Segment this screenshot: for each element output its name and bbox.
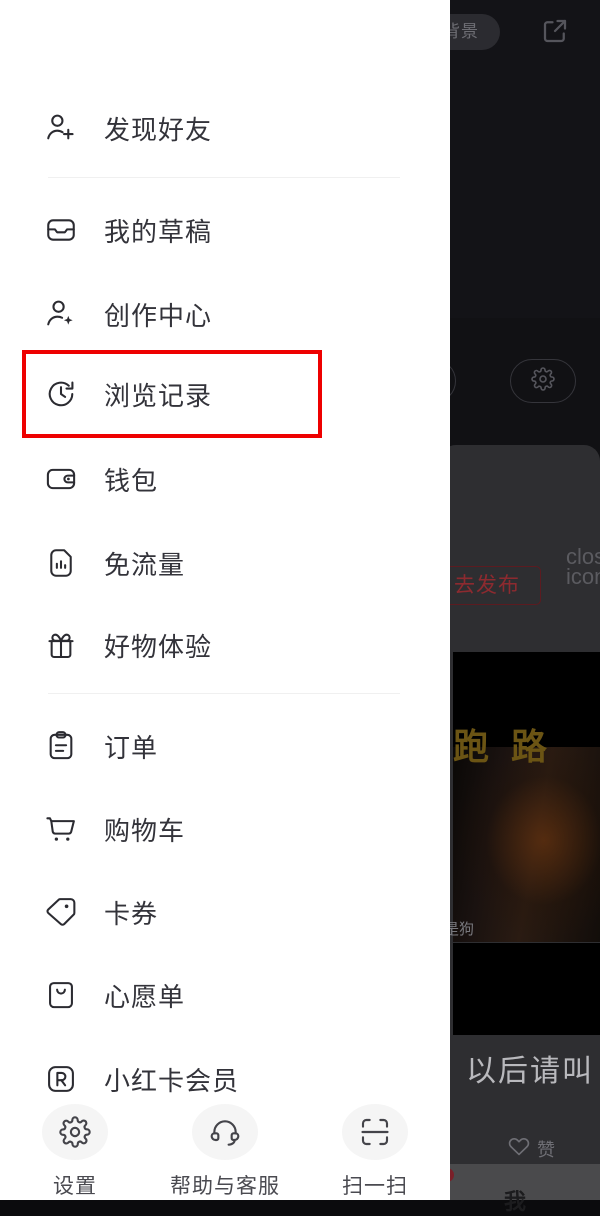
drawer-footer: 设置 帮助与客服 扫一扫 xyxy=(0,1096,450,1200)
menu-item-product-experience[interactable]: 好物体验 xyxy=(0,609,450,681)
menu-item-label: 购物车 xyxy=(104,815,186,846)
scan-icon xyxy=(342,1104,408,1160)
gift-icon xyxy=(44,628,88,662)
menu-item-wishlist[interactable]: 心愿单 xyxy=(0,959,450,1031)
wallet-icon xyxy=(44,462,88,496)
inbox-icon xyxy=(44,213,88,247)
menu-item-wallet[interactable]: 钱包 xyxy=(0,443,450,515)
side-drawer-panel[interactable]: 发现好友 我的草稿 创作中心 浏览记录 钱包 免流量 好物体验 订单 购物车 卡… xyxy=(0,0,450,1200)
footer-item-label: 帮助与客服 xyxy=(170,1175,280,1198)
menu-item-creator-center[interactable]: 创作中心 xyxy=(0,278,450,350)
history-clock-icon xyxy=(44,377,88,411)
menu-item-label: 创作中心 xyxy=(104,300,213,331)
menu-item-free-data[interactable]: 免流量 xyxy=(0,527,450,599)
menu-item-label: 小红卡会员 xyxy=(104,1065,240,1096)
user-sparkle-icon xyxy=(44,297,88,331)
menu-item-label: 浏览记录 xyxy=(104,380,213,411)
footer-item-label: 扫一扫 xyxy=(342,1175,408,1198)
menu-item-label: 发现好友 xyxy=(104,114,213,145)
close-icon[interactable]: close-icon xyxy=(566,546,600,588)
r-badge-icon xyxy=(44,1062,88,1096)
menu-divider xyxy=(48,177,400,178)
background-nav-me-label[interactable]: 我 xyxy=(504,1184,526,1216)
background-video-card[interactable]: 跑 路 xyxy=(453,652,600,942)
menu-item-browsing-history[interactable]: 浏览记录 xyxy=(0,358,450,430)
menu-item-label: 好物体验 xyxy=(104,631,213,662)
headset-icon xyxy=(192,1104,258,1160)
menu-item-label: 免流量 xyxy=(104,549,186,580)
background-settings-button[interactable] xyxy=(510,359,576,403)
like-button[interactable]: 赞 xyxy=(508,1135,555,1162)
external-link-icon[interactable] xyxy=(540,16,570,46)
background-headline: 以后请叫 xyxy=(466,1055,594,1088)
menu-item-shopping-cart[interactable]: 购物车 xyxy=(0,793,450,865)
shopping-cart-icon xyxy=(44,812,88,846)
heart-icon xyxy=(508,1135,530,1162)
footer-item-scan[interactable]: 扫一扫 xyxy=(300,1096,450,1200)
sim-card-icon xyxy=(44,546,88,580)
background-black-strip xyxy=(453,943,600,1035)
menu-item-label: 心愿单 xyxy=(104,981,186,1012)
menu-item-label: 钱包 xyxy=(104,465,159,496)
background-video-thumbnail xyxy=(453,747,600,942)
user-plus-icon xyxy=(44,111,88,145)
gear-icon xyxy=(42,1104,108,1160)
menu-divider xyxy=(48,693,400,694)
clipboard-icon xyxy=(44,729,88,763)
menu-item-label: 卡券 xyxy=(104,898,159,929)
footer-item-help-and-support[interactable]: 帮助与客服 xyxy=(150,1096,300,1200)
gear-icon xyxy=(531,366,555,396)
background-video-title: 跑 路 xyxy=(453,726,554,767)
menu-item-my-drafts[interactable]: 我的草稿 xyxy=(0,194,450,266)
footer-item-settings[interactable]: 设置 xyxy=(0,1096,150,1200)
coupon-tag-icon xyxy=(44,895,88,929)
menu-item-label: 我的草稿 xyxy=(104,216,213,247)
wishlist-bag-icon xyxy=(44,978,88,1012)
menu-item-label: 订单 xyxy=(104,732,159,763)
like-label: 赞 xyxy=(537,1139,555,1160)
menu-item-coupons[interactable]: 卡券 xyxy=(0,876,450,948)
menu-item-orders[interactable]: 订单 xyxy=(0,710,450,782)
footer-item-label: 设置 xyxy=(53,1175,97,1198)
menu-item-discover-friends[interactable]: 发现好友 xyxy=(0,92,450,164)
